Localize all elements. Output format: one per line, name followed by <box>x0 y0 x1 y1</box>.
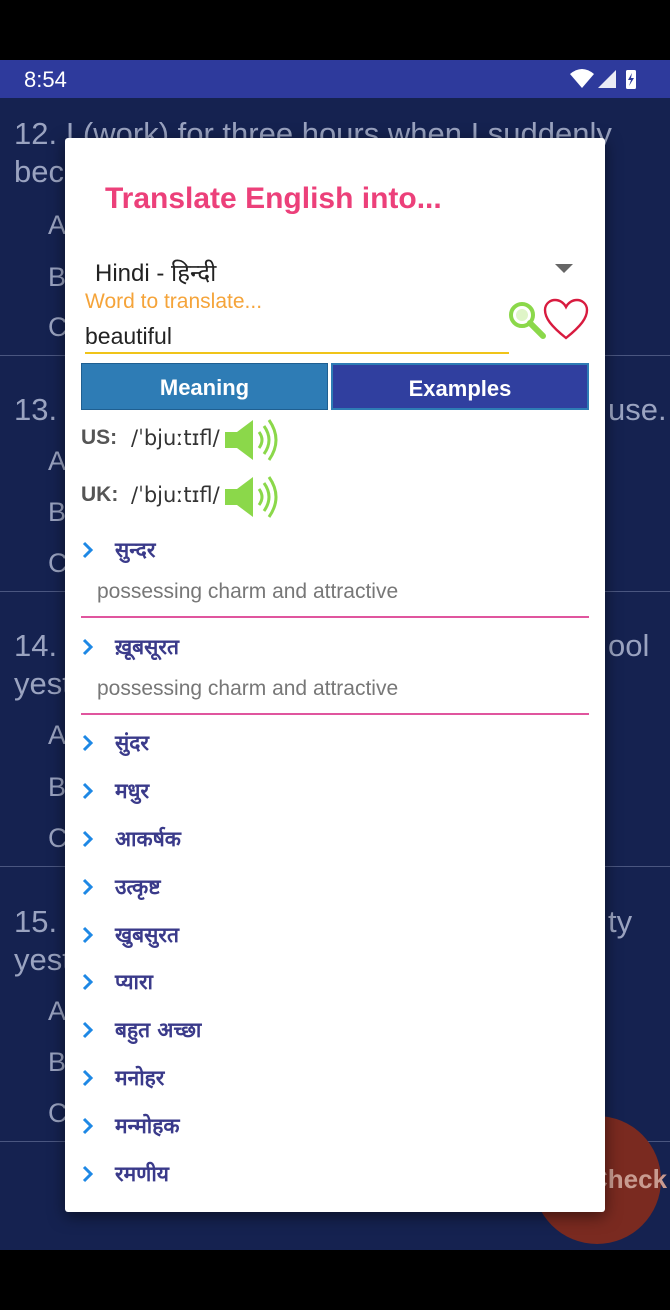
tab-meaning[interactable]: Meaning <box>81 363 328 410</box>
chevron-right-icon <box>82 1165 94 1183</box>
screen: 8:54 12. I (work) for three hours when I… <box>0 0 670 1310</box>
chevron-right-icon <box>82 973 94 991</box>
meaning-word: ख़ूबसूरत <box>115 635 179 659</box>
word-input[interactable] <box>85 320 509 354</box>
question-15: 15. <box>14 904 58 939</box>
navigation-bar <box>0 1250 670 1310</box>
chevron-right-icon <box>82 830 94 848</box>
option-b[interactable]: B <box>48 262 66 293</box>
question-13-tail: use. <box>608 392 667 427</box>
option-b[interactable]: B <box>48 772 66 803</box>
tab-examples[interactable]: Examples <box>331 363 589 410</box>
pronunciation-us: US: /ˈbjuːtɪfl/ <box>81 416 381 464</box>
meaning-item[interactable]: आकर्षक <box>81 825 589 855</box>
chevron-right-icon <box>82 1021 94 1039</box>
chevron-right-icon <box>82 541 94 559</box>
chevron-right-icon <box>82 926 94 944</box>
status-time: 8:54 <box>24 67 67 92</box>
pronunciation-label: US: <box>81 426 118 449</box>
meaning-word: मन्मोहक <box>115 1114 180 1138</box>
meaning-definition: possessing charm and attractive <box>97 677 399 700</box>
chevron-right-icon <box>82 878 94 896</box>
pronunciation-label: UK: <box>81 483 119 506</box>
option-a[interactable]: A <box>48 446 66 477</box>
option-b[interactable]: B <box>48 1047 66 1078</box>
chevron-right-icon <box>82 638 94 656</box>
meaning-item[interactable]: सुन्दर possessing charm and attractive <box>81 536 589 620</box>
speaker-icon[interactable] <box>223 416 283 464</box>
option-a[interactable]: A <box>48 720 66 751</box>
meaning-item[interactable]: मन्मोहक <box>81 1112 589 1142</box>
chevron-right-icon <box>82 782 94 800</box>
meaning-item[interactable]: ख़ूबसूरत possessing charm and attractive <box>81 633 589 717</box>
meaning-item[interactable]: उत्कृष्ट <box>81 873 589 903</box>
chevron-right-icon <box>82 734 94 752</box>
question-15-tail: ty <box>608 904 633 939</box>
dialog-title: Translate English into... <box>105 182 442 215</box>
question-14: 14. <box>14 628 58 663</box>
translate-dialog: Translate English into... Hindi - हिन्दी… <box>65 138 605 1212</box>
meaning-word: आकर्षक <box>115 827 181 851</box>
meaning-word: सुन्दर <box>115 538 156 562</box>
heart-icon[interactable] <box>543 298 589 342</box>
status-bar: 8:54 <box>0 60 670 98</box>
language-select[interactable]: Hindi - हिन्दी <box>81 242 593 290</box>
meaning-item[interactable]: रमणीय <box>81 1160 589 1190</box>
pronunciation-ipa: /ˈbjuːtɪfl/ <box>131 483 220 507</box>
question-13: 13. <box>14 392 58 427</box>
wifi-icon <box>570 69 594 88</box>
signal-icon <box>598 70 616 88</box>
meaning-item[interactable]: खुबसुरत <box>81 921 589 951</box>
meaning-word: खुबसुरत <box>115 923 179 947</box>
pronunciation-ipa: /ˈbjuːtɪfl/ <box>131 426 220 450</box>
meaning-word: उत्कृष्ट <box>115 875 161 899</box>
meaning-word: मनोहर <box>115 1066 165 1090</box>
search-icon[interactable] <box>507 300 547 340</box>
language-selected: Hindi - हिन्दी <box>95 260 217 287</box>
option-a[interactable]: A <box>48 996 66 1027</box>
chevron-right-icon <box>82 1069 94 1087</box>
meaning-item[interactable]: प्यारा <box>81 968 589 998</box>
meaning-item[interactable]: बहुत अच्छा <box>81 1016 589 1046</box>
meaning-item[interactable]: मनोहर <box>81 1064 589 1094</box>
meaning-item[interactable]: सुंदर <box>81 729 589 759</box>
meaning-word: रमणीय <box>115 1162 169 1186</box>
meaning-item[interactable]: मधुर <box>81 777 589 807</box>
meaning-word: मधुर <box>115 779 150 803</box>
chevron-right-icon <box>82 1117 94 1135</box>
meaning-word: बहुत अच्छा <box>115 1018 202 1042</box>
meaning-definition: possessing charm and attractive <box>97 580 399 603</box>
meaning-word: प्यारा <box>115 970 153 994</box>
divider <box>81 616 589 618</box>
option-a[interactable]: A <box>48 210 66 241</box>
speaker-icon[interactable] <box>223 473 283 521</box>
question-14-tail: ool <box>608 628 650 663</box>
status-icons <box>570 69 636 89</box>
pronunciation-uk: UK: /ˈbjuːtɪfl/ <box>81 473 381 521</box>
meaning-word: सुंदर <box>115 731 149 755</box>
word-field-hint: Word to translate... <box>85 290 263 313</box>
option-b[interactable]: B <box>48 497 66 528</box>
dropdown-arrow-icon <box>555 264 573 273</box>
divider <box>81 713 589 715</box>
